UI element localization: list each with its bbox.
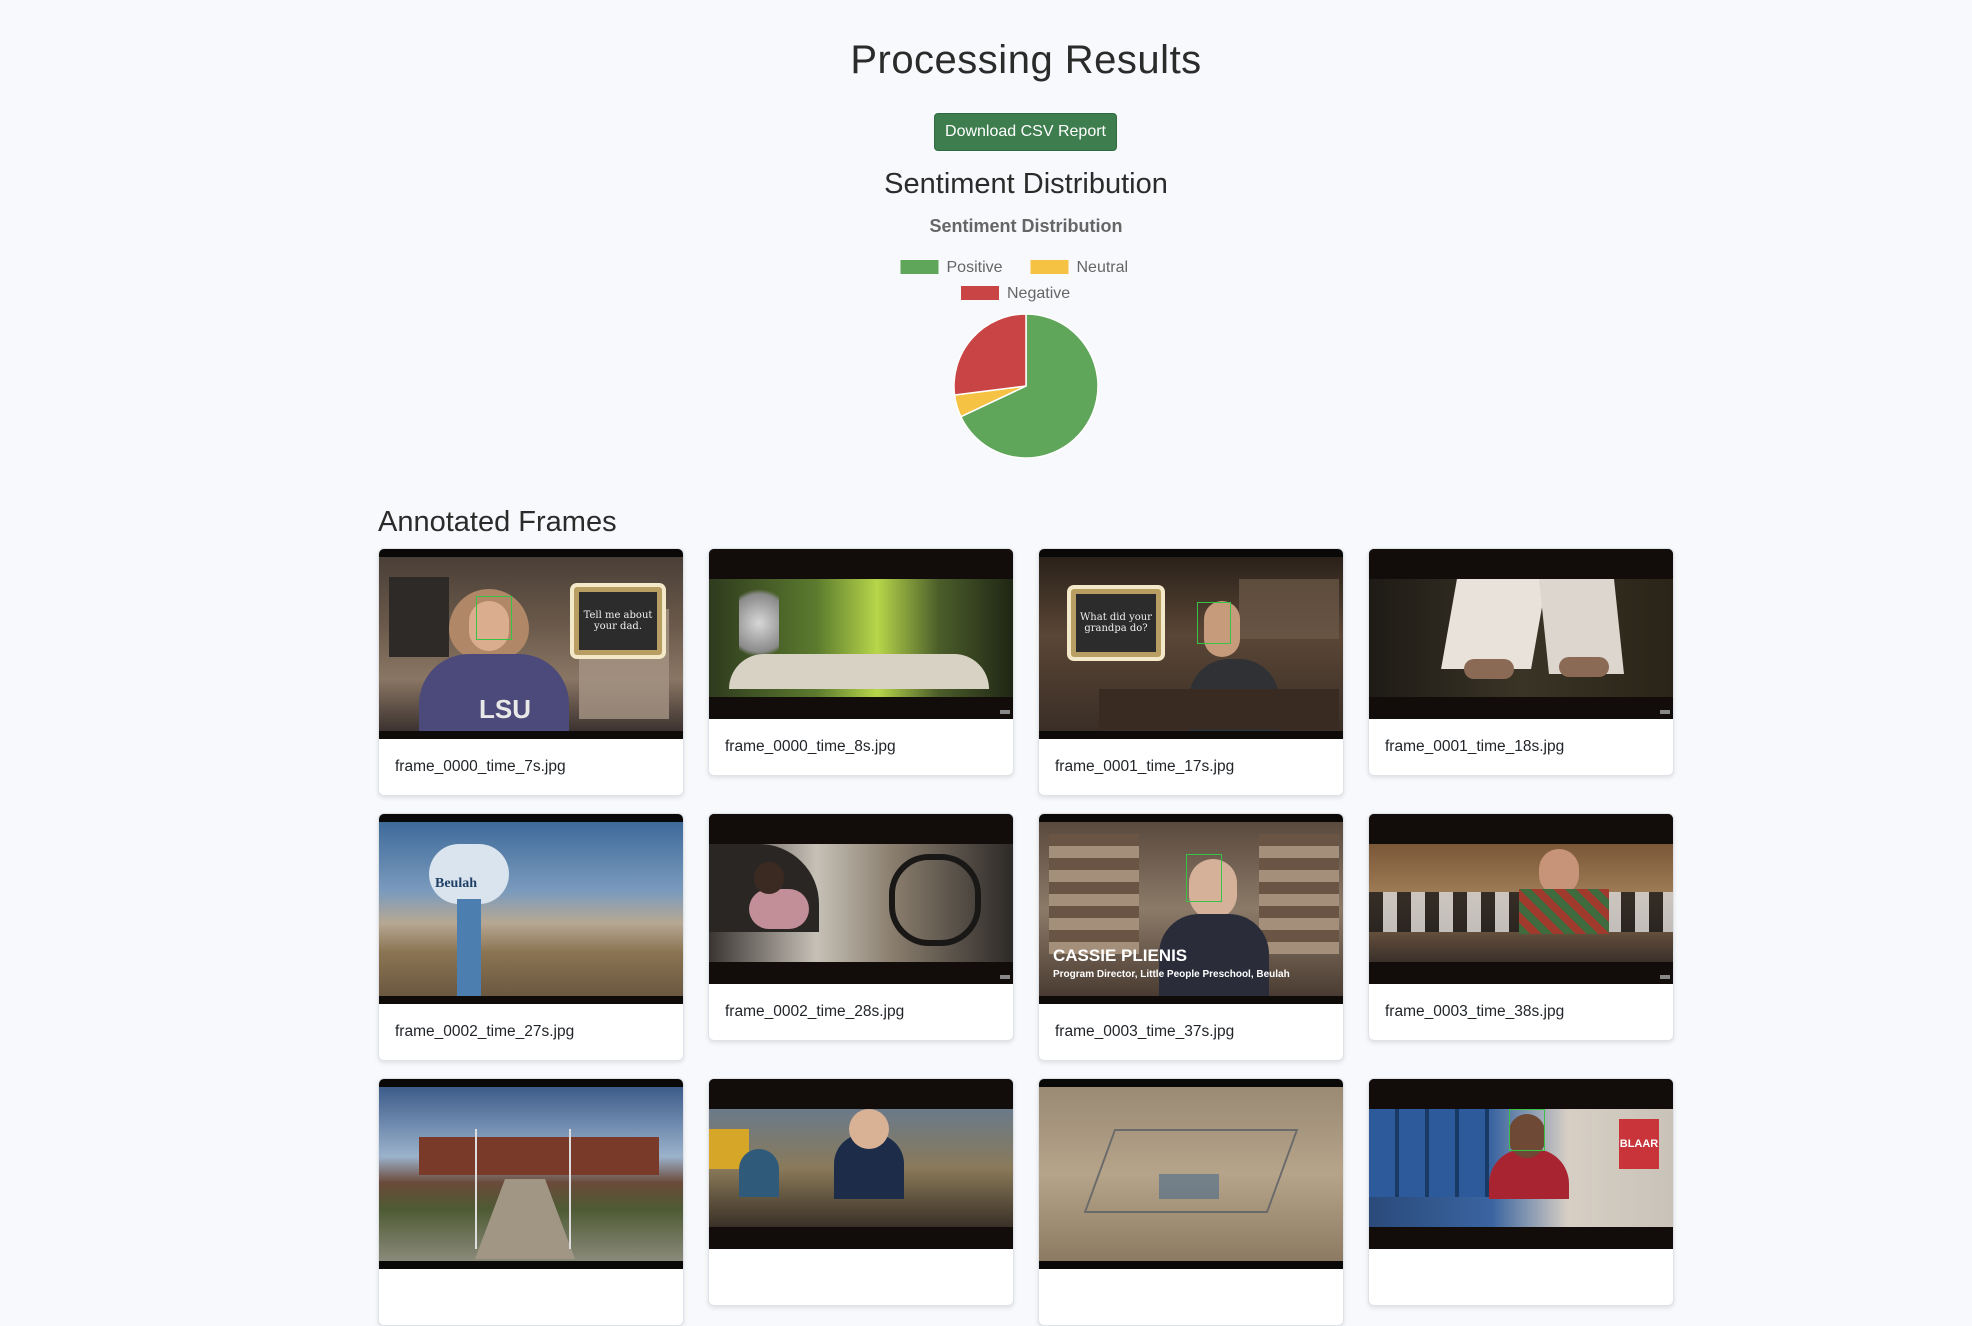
frame-thumbnail[interactable] — [1369, 549, 1673, 719]
frame-card[interactable]: What did your grandpa do? frame_0001_tim… — [1038, 548, 1344, 796]
download-csv-button[interactable]: Download CSV Report — [934, 113, 1117, 151]
frame-thumbnail[interactable] — [709, 814, 1013, 984]
chart-title: Sentiment Distribution — [930, 216, 1123, 236]
lower-third-name: CASSIE PLIENIS — [1053, 946, 1188, 965]
sentiment-pie-chart: Sentiment Distribution Positive Neutral Neg… — [900, 216, 1129, 459]
frame-caption: frame_0003_time_38s.jpg — [1385, 1003, 1565, 1020]
frames-grid: LSU Tell me about your dad. frame_0000_t… — [378, 548, 1675, 1326]
frame-thumbnail[interactable] — [379, 1079, 683, 1269]
frame-thumbnail[interactable] — [709, 549, 1013, 719]
legend-swatch-negative[interactable] — [961, 286, 999, 300]
frame-card[interactable]: LSU Tell me about your dad. frame_0000_t… — [378, 548, 684, 796]
frame-card[interactable]: BLAAR — [1368, 1078, 1674, 1306]
frame-caption — [709, 1249, 1013, 1305]
poster-lettering: BLAAR — [1619, 1119, 1659, 1169]
frame-caption — [1039, 1269, 1343, 1325]
frame-thumbnail[interactable]: LSU Tell me about your dad. — [379, 549, 683, 739]
frame-caption: frame_0003_time_37s.jpg — [1055, 1023, 1235, 1040]
frame-caption — [1369, 1249, 1673, 1305]
face-detection-box — [1186, 854, 1222, 902]
frame-thumbnail[interactable]: What did your grandpa do? — [1039, 549, 1343, 739]
frame-thumbnail[interactable] — [1369, 814, 1673, 984]
frame-card[interactable] — [378, 1078, 684, 1326]
lsu-shirt-lettering: LSU — [479, 694, 531, 724]
frame-caption — [379, 1269, 683, 1325]
face-detection-box — [1509, 1109, 1545, 1151]
frame-caption: frame_0002_time_27s.jpg — [395, 1023, 575, 1040]
chalkboard-overlay: What did your grandpa do? — [1071, 589, 1161, 657]
legend-swatch-neutral[interactable] — [1030, 260, 1069, 274]
sentiment-section-title: Sentiment Distribution — [884, 168, 1168, 200]
frame-thumbnail[interactable]: BLAAR — [1369, 1079, 1673, 1249]
legend-swatch-positive[interactable] — [900, 260, 939, 274]
page-title: Processing Results — [850, 38, 1202, 82]
frame-thumbnail[interactable]: CASSIE PLIENIS Program Director, Little … — [1039, 814, 1343, 1004]
frame-thumbnail[interactable] — [1039, 1079, 1343, 1269]
frame-card[interactable]: Beulah frame_0002_time_27s.jpg — [378, 813, 684, 1061]
frame-caption: frame_0001_time_17s.jpg — [1055, 758, 1235, 775]
face-detection-box — [1197, 602, 1231, 644]
legend-label-positive[interactable]: Positive — [947, 259, 1003, 276]
frame-card[interactable]: frame_0000_time_8s.jpg — [708, 548, 1014, 776]
legend-label-neutral[interactable]: Neutral — [1077, 259, 1129, 276]
lower-third-subtitle: Program Director, Little People Preschoo… — [1053, 969, 1290, 980]
frame-caption: frame_0001_time_18s.jpg — [1385, 738, 1565, 755]
page: Processing Results Download CSV Report S… — [0, 0, 1972, 1326]
frame-caption: frame_0000_time_7s.jpg — [395, 758, 566, 775]
water-tower-lettering: Beulah — [435, 876, 478, 891]
frame-thumbnail[interactable] — [709, 1079, 1013, 1249]
frame-card[interactable]: frame_0002_time_28s.jpg — [708, 813, 1014, 1041]
chalkboard-overlay: Tell me about your dad. — [574, 587, 662, 655]
frame-card[interactable] — [708, 1078, 1014, 1306]
frame-card[interactable]: CASSIE PLIENIS Program Director, Little … — [1038, 813, 1344, 1061]
watermark-badge — [1660, 710, 1670, 714]
frame-card[interactable]: frame_0001_time_18s.jpg — [1368, 548, 1674, 776]
frame-card[interactable]: frame_0003_time_38s.jpg — [1368, 813, 1674, 1041]
frame-caption: frame_0000_time_8s.jpg — [725, 738, 896, 755]
sentiment-chart: Sentiment Distribution Positive Neutral Neg… — [826, 210, 1226, 470]
frame-card[interactable] — [1038, 1078, 1344, 1326]
pie-slice-negative[interactable] — [953, 313, 1027, 396]
annotated-frames-title: Annotated Frames — [378, 506, 617, 538]
watermark-badge — [1660, 975, 1670, 979]
face-detection-box — [476, 596, 512, 640]
frame-caption: frame_0002_time_28s.jpg — [725, 1003, 905, 1020]
frame-thumbnail[interactable]: Beulah — [379, 814, 683, 1004]
watermark-badge — [1000, 975, 1010, 979]
legend-label-negative[interactable]: Negative — [1007, 285, 1070, 302]
watermark-badge — [1000, 710, 1010, 714]
